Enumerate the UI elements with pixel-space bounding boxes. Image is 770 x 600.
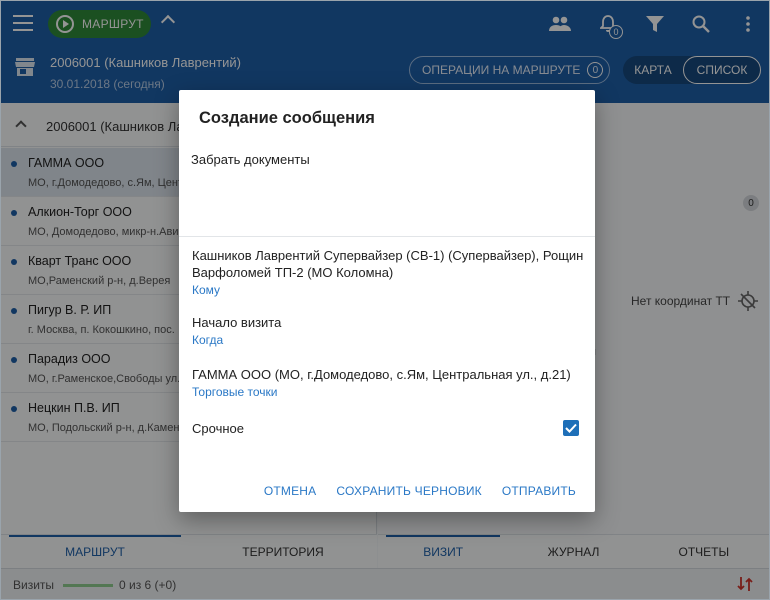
outlet-value: ГАММА ООО (МО, г.Домодедово, с.Ям, Центр…	[192, 367, 571, 382]
recipients-field[interactable]: Кашников Лаврентий Супервайзер (СВ-1) (С…	[192, 247, 584, 297]
when-link[interactable]: Когда	[192, 333, 584, 347]
create-message-dialog: Создание сообщения Забрать документы Каш…	[179, 90, 595, 512]
outlets-link[interactable]: Торговые точки	[192, 385, 584, 399]
divider	[179, 236, 595, 237]
dialog-actions: ОТМЕНА СОХРАНИТЬ ЧЕРНОВИК ОТПРАВИТЬ	[264, 484, 576, 498]
urgent-label: Срочное	[192, 421, 244, 436]
message-input[interactable]: Забрать документы	[191, 152, 583, 236]
cancel-button[interactable]: ОТМЕНА	[264, 484, 317, 498]
dialog-title: Создание сообщения	[199, 109, 375, 127]
outlet-field[interactable]: ГАММА ООО (МО, г.Домодедово, с.Ям, Центр…	[192, 366, 584, 399]
send-button[interactable]: ОТПРАВИТЬ	[502, 484, 576, 498]
check-icon	[565, 423, 577, 433]
recipients-value: Кашников Лаврентий Супервайзер (СВ-1) (С…	[192, 248, 584, 280]
when-value: Начало визита	[192, 315, 282, 330]
save-draft-button[interactable]: СОХРАНИТЬ ЧЕРНОВИК	[336, 484, 481, 498]
app-window: МАРШРУТ 0 2006001 (Кашников Лаврентий) 3…	[0, 0, 770, 600]
when-field[interactable]: Начало визита Когда	[192, 314, 584, 347]
urgent-checkbox[interactable]	[563, 420, 579, 436]
recipients-link[interactable]: Кому	[192, 283, 584, 297]
